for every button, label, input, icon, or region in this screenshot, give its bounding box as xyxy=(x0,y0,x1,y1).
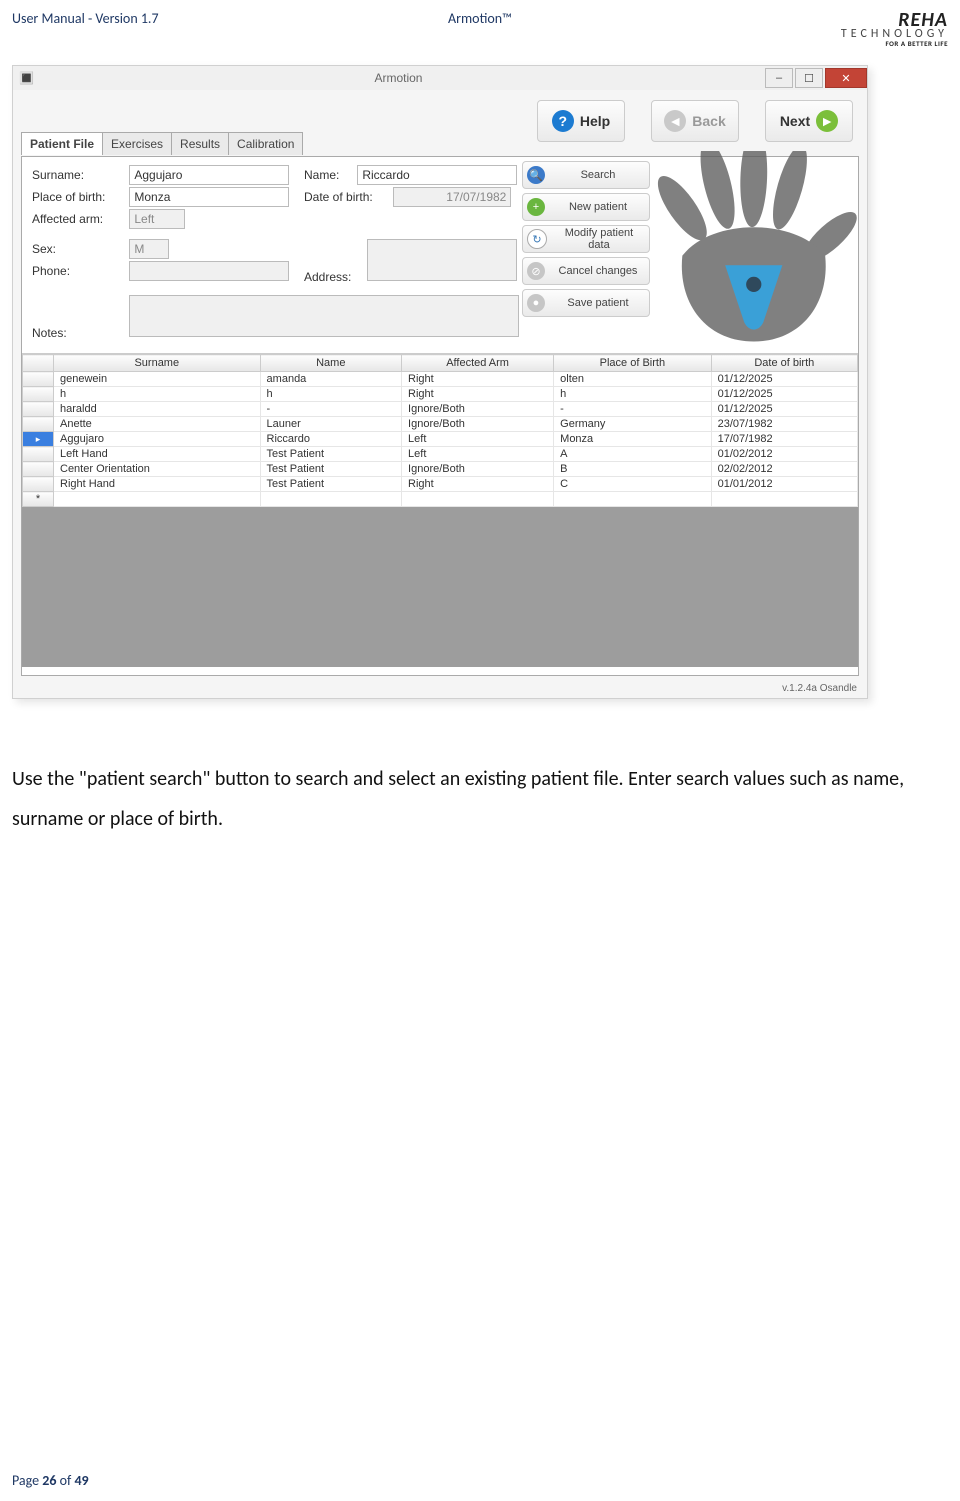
cancel-icon: ⊘ xyxy=(527,262,545,280)
maximize-button[interactable]: ☐ xyxy=(795,68,823,88)
logo: REHA TECHNOLOGY FOR A BETTER LIFE xyxy=(841,10,948,47)
help-label: Help xyxy=(580,113,610,129)
handprint-illustration xyxy=(634,151,864,351)
name-input[interactable] xyxy=(357,165,517,185)
arm-label: Affected arm: xyxy=(32,212,126,226)
tabs: Patient File Exercises Results Calibrati… xyxy=(21,132,302,155)
doc-header: User Manual - Version 1.7 Armotion™ REHA… xyxy=(12,10,948,47)
tab-exercises[interactable]: Exercises xyxy=(102,132,172,155)
back-button[interactable]: ◄ Back xyxy=(651,100,739,142)
search-button[interactable]: 🔍 Search xyxy=(522,161,650,189)
table-row[interactable]: Right HandTest PatientRightC01/01/2012 xyxy=(23,477,858,492)
page-footer: Page 26 of 49 xyxy=(12,1472,89,1489)
modify-label: Modify patient data xyxy=(553,227,645,251)
cancel-button[interactable]: ⊘ Cancel changes xyxy=(522,257,650,285)
back-icon: ◄ xyxy=(664,110,686,132)
phone-input[interactable] xyxy=(129,261,289,281)
col-pob[interactable]: Place of Birth xyxy=(554,355,711,372)
dob-label: Date of birth: xyxy=(304,190,390,204)
help-icon: ? xyxy=(552,110,574,132)
save-button[interactable]: ● Save patient xyxy=(522,289,650,317)
titlebar: 🔳 Armotion – ☐ ✕ xyxy=(13,66,867,90)
col-dob[interactable]: Date of birth xyxy=(711,355,857,372)
grid-empty-area xyxy=(22,507,858,667)
sex-label: Sex: xyxy=(32,242,126,256)
surname-input[interactable] xyxy=(129,165,289,185)
patient-grid[interactable]: Surname Name Affected Arm Place of Birth… xyxy=(22,353,858,675)
app-icon: 🔳 xyxy=(19,71,34,85)
new-label: New patient xyxy=(551,201,645,213)
row-handle[interactable] xyxy=(23,402,54,417)
row-handle[interactable] xyxy=(23,462,54,477)
help-button[interactable]: ? Help xyxy=(537,100,625,142)
table-row[interactable]: hhRighth01/12/2025 xyxy=(23,387,858,402)
row-handle[interactable] xyxy=(23,372,54,387)
window-title: Armotion xyxy=(34,71,763,85)
logo-line3: FOR A BETTER LIFE xyxy=(841,40,948,47)
name-label: Name: xyxy=(304,168,354,182)
row-handle[interactable] xyxy=(23,477,54,492)
table-row[interactable]: Left HandTest PatientLeftA01/02/2012 xyxy=(23,447,858,462)
save-label: Save patient xyxy=(551,297,645,309)
row-handle[interactable] xyxy=(23,387,54,402)
pob-label: Place of birth: xyxy=(32,190,126,204)
next-icon: ► xyxy=(816,110,838,132)
row-handle[interactable] xyxy=(23,417,54,432)
surname-label: Surname: xyxy=(32,168,126,182)
cancel-label: Cancel changes xyxy=(551,265,645,277)
header-center: Armotion™ xyxy=(324,10,636,27)
panel: Surname: Name: Place of birth: Date of b… xyxy=(21,156,859,676)
notes-input[interactable] xyxy=(129,295,519,337)
pob-input[interactable] xyxy=(129,187,289,207)
back-label: Back xyxy=(692,113,725,129)
minimize-button[interactable]: – xyxy=(765,68,793,88)
save-icon: ● xyxy=(527,294,545,312)
notes-label: Notes: xyxy=(32,326,126,340)
refresh-icon: ↻ xyxy=(527,229,547,249)
plus-icon: + xyxy=(527,198,545,216)
search-label: Search xyxy=(551,169,645,181)
app-window: 🔳 Armotion – ☐ ✕ ? Help ◄ Back Next ► Pa… xyxy=(12,65,868,699)
tab-calibration[interactable]: Calibration xyxy=(228,132,303,155)
new-row-handle[interactable]: * xyxy=(23,492,54,507)
header-left: User Manual - Version 1.7 xyxy=(12,10,324,27)
address-label: Address: xyxy=(304,270,364,284)
arm-input[interactable] xyxy=(129,209,185,229)
row-handle[interactable] xyxy=(23,447,54,462)
next-label: Next xyxy=(780,113,810,129)
new-patient-button[interactable]: + New patient xyxy=(522,193,650,221)
address-input[interactable] xyxy=(367,239,517,281)
phone-label: Phone: xyxy=(32,264,126,278)
dob-input[interactable] xyxy=(393,187,511,207)
sex-input[interactable] xyxy=(129,239,169,259)
col-name[interactable]: Name xyxy=(260,355,401,372)
table-row[interactable]: AnetteLaunerIgnore/BothGermany23/07/1982 xyxy=(23,417,858,432)
tab-patient-file[interactable]: Patient File xyxy=(21,132,103,155)
row-handle[interactable] xyxy=(23,432,54,447)
col-surname[interactable]: Surname xyxy=(54,355,261,372)
version-label: v.1.2.4a Osandle xyxy=(782,683,857,694)
next-button[interactable]: Next ► xyxy=(765,100,853,142)
modify-button[interactable]: ↻ Modify patient data xyxy=(522,225,650,253)
tab-results[interactable]: Results xyxy=(171,132,229,155)
table-row[interactable]: Center OrientationTest PatientIgnore/Bot… xyxy=(23,462,858,477)
close-button[interactable]: ✕ xyxy=(825,68,867,88)
table-row[interactable]: AggujaroRiccardoLeftMonza17/07/1982 xyxy=(23,432,858,447)
body-text: Use the "patient search" button to searc… xyxy=(12,759,948,839)
table-row[interactable]: geneweinamandaRightolten01/12/2025 xyxy=(23,372,858,387)
table-row[interactable]: haraldd-Ignore/Both-01/12/2025 xyxy=(23,402,858,417)
search-icon: 🔍 xyxy=(527,166,545,184)
col-arm[interactable]: Affected Arm xyxy=(402,355,554,372)
